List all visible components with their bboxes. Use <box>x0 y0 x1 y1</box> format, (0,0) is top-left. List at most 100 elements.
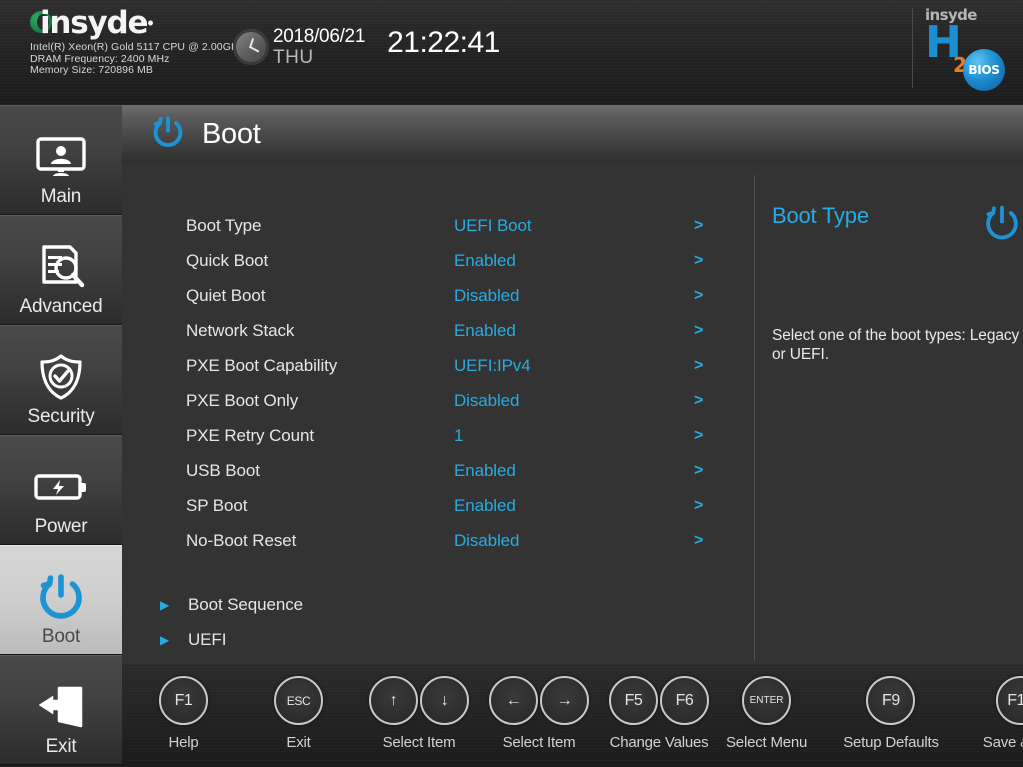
chevron-right-icon[interactable]: > <box>694 462 703 480</box>
footer-group-select-item-vertical[interactable]: ↑ ↓ Select Item <box>368 676 470 751</box>
help-panel: Boot Type Select one of the boot types: … <box>772 203 1022 364</box>
setting-row-network-stack[interactable]: Network Stack Enabled > <box>186 313 746 348</box>
key-f6[interactable]: F6 <box>660 676 709 725</box>
setting-value[interactable]: 1 <box>454 426 694 446</box>
key-label: F10 <box>1007 691 1023 709</box>
key-enter[interactable]: ENTER <box>742 676 792 725</box>
submenu-row-uefi[interactable]: ▶ UEFI <box>158 622 678 657</box>
setting-label: Quiet Boot <box>186 285 266 305</box>
chevron-right-icon[interactable]: > <box>694 217 703 235</box>
chevron-right-icon[interactable]: > <box>694 392 703 410</box>
chevron-right-icon[interactable]: > <box>694 252 703 270</box>
key-arrow-up[interactable]: ↑ <box>369 676 418 725</box>
function-key-bar: F1 Help ESC Exit ↑ ↓ Select Item ← → Sel… <box>122 664 1023 767</box>
cpu-info: Intel(R) Xeon(R) Gold 5117 CPU @ 2.00GHz <box>30 41 245 53</box>
key-arrow-down[interactable]: ↓ <box>420 676 469 725</box>
sidebar-item-advanced[interactable]: Advanced <box>0 215 122 325</box>
setting-label: PXE Retry Count <box>186 425 314 445</box>
footer-keys: F5 F6 <box>608 676 710 725</box>
chevron-right-icon[interactable]: > <box>694 357 703 375</box>
brand-trademark-dot: • <box>147 12 154 33</box>
sidebar-item-main[interactable]: Main <box>0 105 122 215</box>
key-label: F5 <box>624 691 643 709</box>
setting-row-pxe-retry-count[interactable]: PXE Retry Count 1 > <box>186 418 746 453</box>
key-f9[interactable]: F9 <box>866 676 916 725</box>
key-f10[interactable]: F10 <box>995 676 1023 725</box>
footer-label: Setup Defaults <box>843 734 939 751</box>
help-header: Boot Type <box>772 203 1022 248</box>
footer-label: Select Item <box>382 734 456 751</box>
footer-group-setup-defaults[interactable]: F9 Setup Defaults <box>843 676 939 751</box>
setting-value[interactable]: Enabled <box>454 251 694 271</box>
footer-group-select-item-horizontal[interactable]: ← → Select Item <box>488 676 590 751</box>
datetime-block: 2018/06/21 THU 21:22:41 <box>233 27 500 69</box>
footer-group-select-menu[interactable]: ENTER Select Menu <box>726 676 807 751</box>
footer-group-change-values[interactable]: F5 F6 Change Values <box>608 676 710 751</box>
setting-value[interactable]: Disabled <box>454 531 694 551</box>
sidebar-item-label: Exit <box>45 736 77 757</box>
h2o-bios-logo: insyde H 2 BIOS <box>912 8 1009 91</box>
key-label: → <box>556 691 573 709</box>
key-label: ↓ <box>440 691 449 709</box>
sidebar-item-boot[interactable]: Boot <box>0 545 122 655</box>
setting-row-pxe-boot-only[interactable]: PXE Boot Only Disabled > <box>186 383 746 418</box>
power-icon <box>35 570 87 624</box>
setting-value[interactable]: Enabled <box>454 461 694 481</box>
h2o-h-letter: H 2 BIOS <box>925 21 1009 91</box>
footer-label: Change Values <box>609 734 709 751</box>
key-label: ↑ <box>389 691 398 709</box>
sidebar-item-security[interactable]: Security <box>0 325 122 435</box>
setting-label: SP Boot <box>186 495 248 515</box>
vertical-divider <box>754 175 755 661</box>
setting-label: USB Boot <box>186 460 260 480</box>
key-label: ESC <box>286 693 311 708</box>
sidebar-item-label: Power <box>34 516 88 537</box>
sidebar-item-label: Boot <box>41 626 81 647</box>
chevron-right-icon[interactable]: > <box>694 427 703 445</box>
footer-group-help[interactable]: F1 Help <box>158 676 209 751</box>
key-label: F6 <box>675 691 694 709</box>
setting-row-quiet-boot[interactable]: Quiet Boot Disabled > <box>186 278 746 313</box>
footer-keys: ↑ ↓ <box>368 676 470 725</box>
setting-value[interactable]: UEFI Boot <box>454 216 694 236</box>
setting-row-boot-type[interactable]: Boot Type UEFI Boot > <box>186 208 746 243</box>
sidebar-item-power[interactable]: Power <box>0 435 122 545</box>
exit-door-icon <box>33 680 89 734</box>
sidebar-item-label: Main <box>40 186 82 207</box>
setting-label: No-Boot Reset <box>186 530 297 550</box>
chevron-right-icon[interactable]: > <box>694 287 703 305</box>
sidebar-item-exit[interactable]: Exit <box>0 655 122 765</box>
setting-value[interactable]: Disabled <box>454 286 694 306</box>
footer-keys: F9 <box>865 676 916 725</box>
setting-row-pxe-boot-capability[interactable]: PXE Boot Capability UEFI:IPv4 > <box>186 348 746 383</box>
key-esc[interactable]: ESC <box>274 676 323 725</box>
power-icon <box>982 203 1022 248</box>
setting-row-no-boot-reset[interactable]: No-Boot Reset Disabled > <box>186 523 746 558</box>
key-arrow-right[interactable]: → <box>540 676 589 725</box>
key-arrow-left[interactable]: ← <box>489 676 538 725</box>
current-weekday: THU <box>273 47 314 68</box>
key-f1[interactable]: F1 <box>159 676 208 725</box>
brand-block: insyde • Intel(R) Xeon(R) Gold 5117 CPU @… <box>30 5 260 77</box>
setting-value[interactable]: Disabled <box>454 391 694 411</box>
submenu-row-boot-sequence[interactable]: ▶ Boot Sequence <box>158 587 678 622</box>
power-icon <box>150 114 186 155</box>
setting-row-sp-boot[interactable]: SP Boot Enabled > <box>186 488 746 523</box>
setting-row-usb-boot[interactable]: USB Boot Enabled > <box>186 453 746 488</box>
footer-keys: ESC <box>273 676 324 725</box>
setting-row-quick-boot[interactable]: Quick Boot Enabled > <box>186 243 746 278</box>
setting-value[interactable]: Enabled <box>454 496 694 516</box>
setting-value[interactable]: UEFI:IPv4 <box>454 356 694 376</box>
chevron-right-icon[interactable]: > <box>694 322 703 340</box>
footer-keys: ← → <box>488 676 590 725</box>
footer-group-save-exit[interactable]: F10 Save & Exit <box>983 676 1023 751</box>
setting-value[interactable]: Enabled <box>454 321 694 341</box>
shield-check-icon <box>36 350 86 404</box>
chevron-right-icon[interactable]: > <box>694 532 703 550</box>
sidebar-item-label: Advanced <box>19 296 103 317</box>
footer-group-exit[interactable]: ESC Exit <box>273 676 324 751</box>
key-f5[interactable]: F5 <box>609 676 658 725</box>
bios-ball-icon: BIOS <box>963 49 1005 91</box>
footer-keys: ENTER <box>741 676 792 725</box>
chevron-right-icon[interactable]: > <box>694 497 703 515</box>
